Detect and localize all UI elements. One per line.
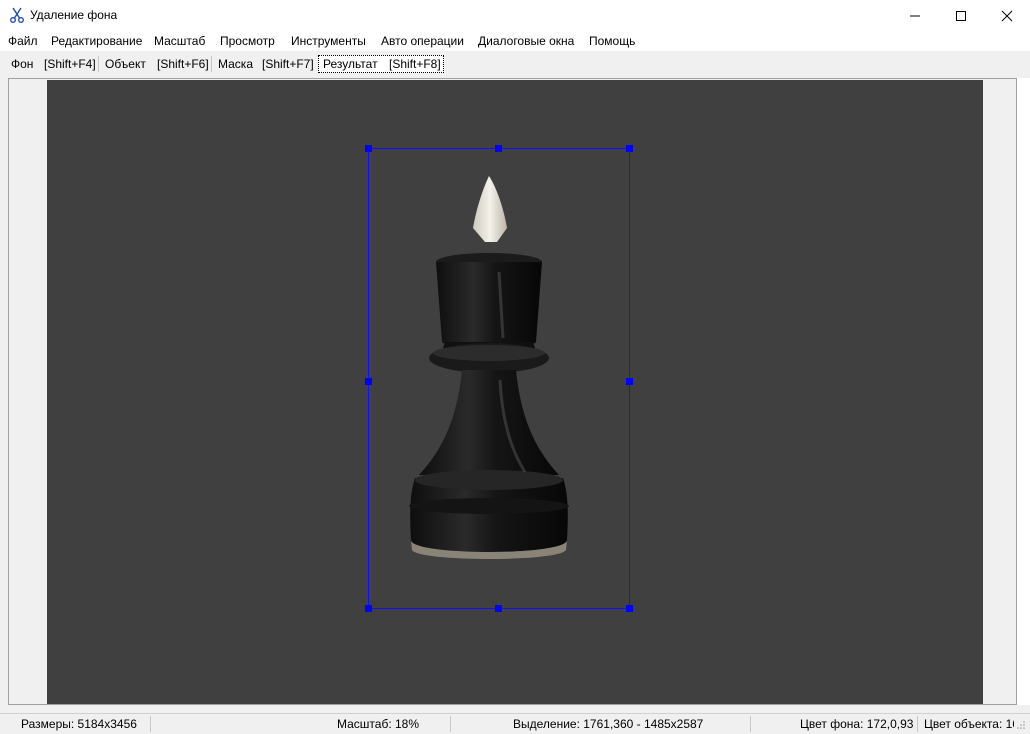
menu-file[interactable]: Файл <box>8 34 38 48</box>
selection-rectangle[interactable] <box>368 148 630 609</box>
tab-divider <box>211 56 212 72</box>
tab-object[interactable]: Объект <box>105 57 146 71</box>
maximize-icon <box>956 10 966 21</box>
close-icon <box>1001 10 1013 21</box>
tab-result[interactable]: Результат <box>323 57 378 71</box>
title-bar: Удаление фона <box>0 0 1030 31</box>
window-title: Удаление фона <box>30 8 118 22</box>
menu-tools[interactable]: Инструменты <box>291 34 366 48</box>
status-object-color: Цвет объекта: 16 <box>924 717 1014 731</box>
selection-handle-top[interactable] <box>495 145 502 152</box>
menu-bar: Файл Редактирование Масштаб Просмотр Инс… <box>0 31 1030 51</box>
minimize-button[interactable] <box>892 0 938 31</box>
tab-mask[interactable]: Маска <box>218 57 253 71</box>
tab-background-shortcut[interactable]: [Shift+F4] <box>44 57 96 71</box>
tab-bar: Фон [Shift+F4] Объект [Shift+F6] Маска [… <box>0 52 1030 76</box>
close-button[interactable] <box>984 0 1030 31</box>
status-image-size: Размеры: 5184x3456 <box>21 717 137 731</box>
selection-handle-top-right[interactable] <box>626 145 633 152</box>
selection-handle-bottom-left[interactable] <box>365 605 372 612</box>
scissors-icon <box>10 7 24 23</box>
menu-zoom[interactable]: Масштаб <box>154 34 205 48</box>
tab-divider <box>98 56 99 72</box>
menu-edit[interactable]: Редактирование <box>51 34 142 48</box>
selection-handle-top-left[interactable] <box>365 145 372 152</box>
tab-result-shortcut[interactable]: [Shift+F8] <box>389 57 441 71</box>
maximize-button[interactable] <box>938 0 984 31</box>
status-zoom: Масштаб: 18% <box>337 717 420 731</box>
tab-object-shortcut[interactable]: [Shift+F6] <box>157 57 209 71</box>
status-divider <box>450 716 451 732</box>
status-background-color: Цвет фона: 172,0,93 <box>800 717 914 731</box>
status-bar: Размеры: 5184x3456 Масштаб: 18% Выделени… <box>0 713 1030 734</box>
status-divider <box>750 716 751 732</box>
status-divider <box>917 716 918 732</box>
menu-view[interactable]: Просмотр <box>220 34 275 48</box>
size-grip-icon[interactable] <box>1016 720 1026 730</box>
tab-mask-shortcut[interactable]: [Shift+F7] <box>262 57 314 71</box>
selection-handle-right[interactable] <box>626 378 633 385</box>
menu-dialogs[interactable]: Диалоговые окна <box>478 34 574 48</box>
scroll-gutter <box>1017 78 1030 705</box>
selection-handle-left[interactable] <box>365 378 372 385</box>
menu-help[interactable]: Помощь <box>589 34 635 48</box>
selection-handle-bottom-right[interactable] <box>626 605 633 612</box>
status-divider <box>150 716 151 732</box>
menu-auto-operations[interactable]: Авто операции <box>381 34 464 48</box>
tab-background[interactable]: Фон <box>11 57 33 71</box>
minimize-icon <box>910 15 920 16</box>
selection-handle-bottom[interactable] <box>495 605 502 612</box>
status-selection: Выделение: 1761,360 - 1485x2587 <box>513 717 704 731</box>
